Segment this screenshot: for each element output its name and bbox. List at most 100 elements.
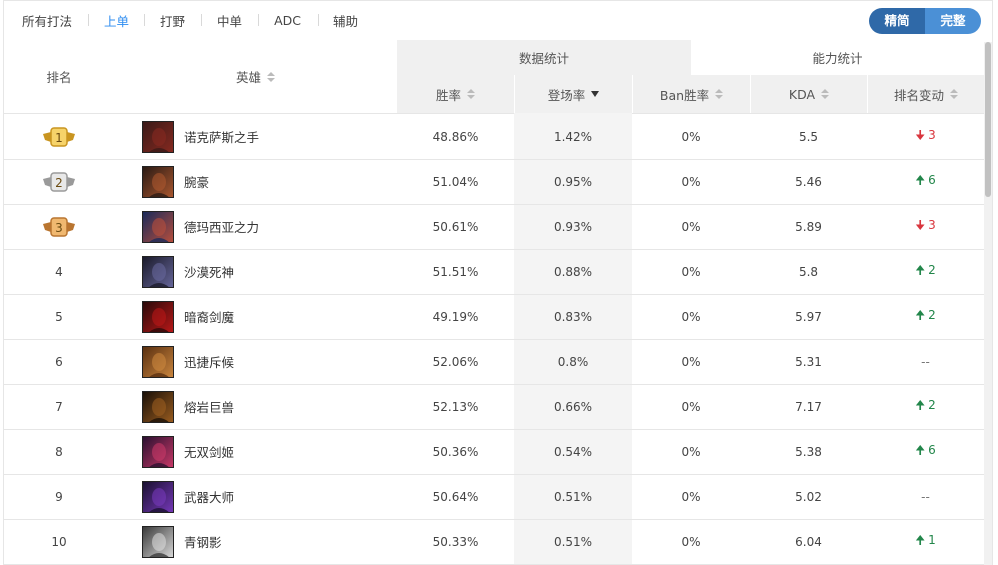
kda-header[interactable]: KDA xyxy=(750,75,867,113)
data-stats-header[interactable]: 数据统计 xyxy=(397,40,691,75)
hero-name[interactable]: 青钢影 xyxy=(184,532,222,551)
hero-cell[interactable]: 暗裔剑魔 xyxy=(142,294,397,339)
kda-cell: 7.17 xyxy=(795,399,822,414)
winrate-cell: 51.51% xyxy=(432,264,479,279)
rank-change-cell: 🠉 6 xyxy=(867,429,984,474)
kda-cell: 5.02 xyxy=(795,489,822,504)
rank-change-header-label: 排名变动 xyxy=(893,87,944,103)
tab-jungle[interactable]: 打野 xyxy=(160,11,185,30)
hero-cell[interactable]: 青钢影 xyxy=(142,519,397,564)
played-cell: 0.83% xyxy=(553,309,593,324)
sort-icon xyxy=(267,71,275,82)
hero-name[interactable]: 无双剑姬 xyxy=(184,442,234,461)
rank-change-cell: -- xyxy=(867,339,984,384)
rank-cell: 6 xyxy=(4,339,114,384)
ability-stats-header[interactable]: 能力统计 xyxy=(691,40,984,75)
tab-all[interactable]: 所有打法 xyxy=(22,11,72,30)
hero-avatar[interactable] xyxy=(142,165,174,198)
table-row[interactable]: 1 诺克萨斯之手 48.86% 1.42% 0% 5.5 🠋 3 xyxy=(4,114,984,159)
kda-cell: 5.5 xyxy=(798,129,819,144)
winrate-cell: 50.64% xyxy=(432,489,479,504)
tab-mid[interactable]: 中单 xyxy=(217,11,242,30)
rank-change-cell: -- xyxy=(867,474,984,519)
hero-name[interactable]: 诺克萨斯之手 xyxy=(184,127,259,146)
hero-avatar[interactable] xyxy=(142,435,174,468)
rank-change: 🠉 2 xyxy=(915,306,936,327)
position-tabs: 所有打法 上单 打野 中单 ADC 辅助 xyxy=(22,0,358,40)
hero-avatar[interactable] xyxy=(142,300,174,333)
hero-cell[interactable]: 腕豪 xyxy=(142,159,397,204)
hero-name[interactable]: 武器大师 xyxy=(184,487,234,506)
played-header[interactable]: 登场率 xyxy=(514,75,632,113)
hero-header[interactable]: 英雄 xyxy=(114,40,397,113)
played-cell: 0.93% xyxy=(553,219,593,234)
banrate-header-label: Ban胜率 xyxy=(659,87,710,103)
hero-avatar[interactable] xyxy=(142,390,174,423)
winrate-header[interactable]: 胜率 xyxy=(397,75,514,113)
rank-cell: 7 xyxy=(4,384,114,429)
table-row[interactable]: 9 武器大师 50.64% 0.51% 0% 5.02 -- xyxy=(4,474,984,519)
simple-view-button[interactable]: 精简 xyxy=(869,8,925,34)
view-toggle: 精简 完整 xyxy=(869,8,981,34)
hero-avatar[interactable] xyxy=(142,255,174,288)
sort-icon xyxy=(467,89,475,99)
rank-change-cell: 🠉 2 xyxy=(867,384,984,429)
hero-avatar[interactable] xyxy=(142,120,174,153)
rank-change-header[interactable]: 排名变动 xyxy=(867,75,984,113)
winrate-cell: 50.33% xyxy=(432,534,479,549)
arrow-up-icon: 🠉 xyxy=(915,443,926,457)
table-row[interactable]: 10 青钢影 50.33% 0.51% 0% 6.04 🠉 1 xyxy=(4,519,984,564)
hero-avatar[interactable] xyxy=(142,210,174,243)
banrate-cell: 0% xyxy=(681,354,701,369)
kda-cell: 5.97 xyxy=(795,309,822,324)
table-row[interactable]: 6 迅捷斥候 52.06% 0.8% 0% 5.31 -- xyxy=(4,339,984,384)
arrow-up-icon: 🠉 xyxy=(915,173,926,187)
hero-name[interactable]: 腕豪 xyxy=(184,172,209,191)
tab-adc[interactable]: ADC xyxy=(274,13,301,28)
full-view-button[interactable]: 完整 xyxy=(925,8,981,34)
tab-top[interactable]: 上单 xyxy=(104,11,129,30)
table-row[interactable]: 4 沙漠死神 51.51% 0.88% 0% 5.8 🠉 2 xyxy=(4,249,984,294)
hero-name[interactable]: 熔岩巨兽 xyxy=(184,397,234,416)
banrate-cell: 0% xyxy=(681,399,701,414)
rank-cell: 3 xyxy=(4,204,114,249)
hero-avatar[interactable] xyxy=(142,480,174,513)
rank-change-cell: 🠋 3 xyxy=(867,114,984,159)
banrate-cell: 0% xyxy=(681,219,701,234)
hero-name[interactable]: 迅捷斥候 xyxy=(184,352,234,371)
table-row[interactable]: 7 熔岩巨兽 52.13% 0.66% 0% 7.17 🠉 2 xyxy=(4,384,984,429)
rank-header-label: 排名 xyxy=(46,70,72,85)
hero-cell[interactable]: 熔岩巨兽 xyxy=(142,384,397,429)
hero-name[interactable]: 暗裔剑魔 xyxy=(184,307,234,326)
tab-support[interactable]: 辅助 xyxy=(333,11,358,30)
rank-cell: 9 xyxy=(4,474,114,519)
rank-change: -- xyxy=(921,354,930,369)
hero-cell[interactable]: 沙漠死神 xyxy=(142,249,397,294)
tab-divider xyxy=(258,14,260,26)
hero-cell[interactable]: 德玛西亚之力 xyxy=(142,204,397,249)
table-row[interactable]: 5 暗裔剑魔 49.19% 0.83% 0% 5.97 🠉 2 xyxy=(4,294,984,339)
hero-name[interactable]: 沙漠死神 xyxy=(184,262,234,281)
hero-cell[interactable]: 迅捷斥候 xyxy=(142,339,397,384)
hero-cell[interactable]: 无双剑姬 xyxy=(142,429,397,474)
banrate-header[interactable]: Ban胜率 xyxy=(632,75,750,113)
rank-header: 排名 xyxy=(4,40,114,113)
hero-avatar[interactable] xyxy=(142,525,174,558)
hero-name[interactable]: 德玛西亚之力 xyxy=(184,217,259,236)
winrate-cell: 49.19% xyxy=(432,309,479,324)
table-row[interactable]: 3 德玛西亚之力 50.61% 0.93% 0% 5.89 🠋 3 xyxy=(4,204,984,249)
hero-cell[interactable]: 诺克萨斯之手 xyxy=(142,114,397,159)
hero-avatar[interactable] xyxy=(142,345,174,378)
table-row[interactable]: 8 无双剑姬 50.36% 0.54% 0% 5.38 🠉 6 xyxy=(4,429,984,474)
rank-change: 🠉 6 xyxy=(915,171,936,192)
data-stats-label: 数据统计 xyxy=(518,51,569,66)
hero-header-label: 英雄 xyxy=(235,70,261,85)
kda-header-label: KDA xyxy=(788,86,816,102)
rank-change-cell: 🠋 3 xyxy=(867,204,984,249)
kda-cell: 5.38 xyxy=(795,444,822,459)
hero-cell[interactable]: 武器大师 xyxy=(142,474,397,519)
scrollbar-thumb[interactable] xyxy=(985,42,991,197)
rank-change: 🠉 2 xyxy=(915,261,936,282)
rank-number: 7 xyxy=(55,399,63,414)
table-row[interactable]: 2 腕豪 51.04% 0.95% 0% 5.46 🠉 6 xyxy=(4,159,984,204)
